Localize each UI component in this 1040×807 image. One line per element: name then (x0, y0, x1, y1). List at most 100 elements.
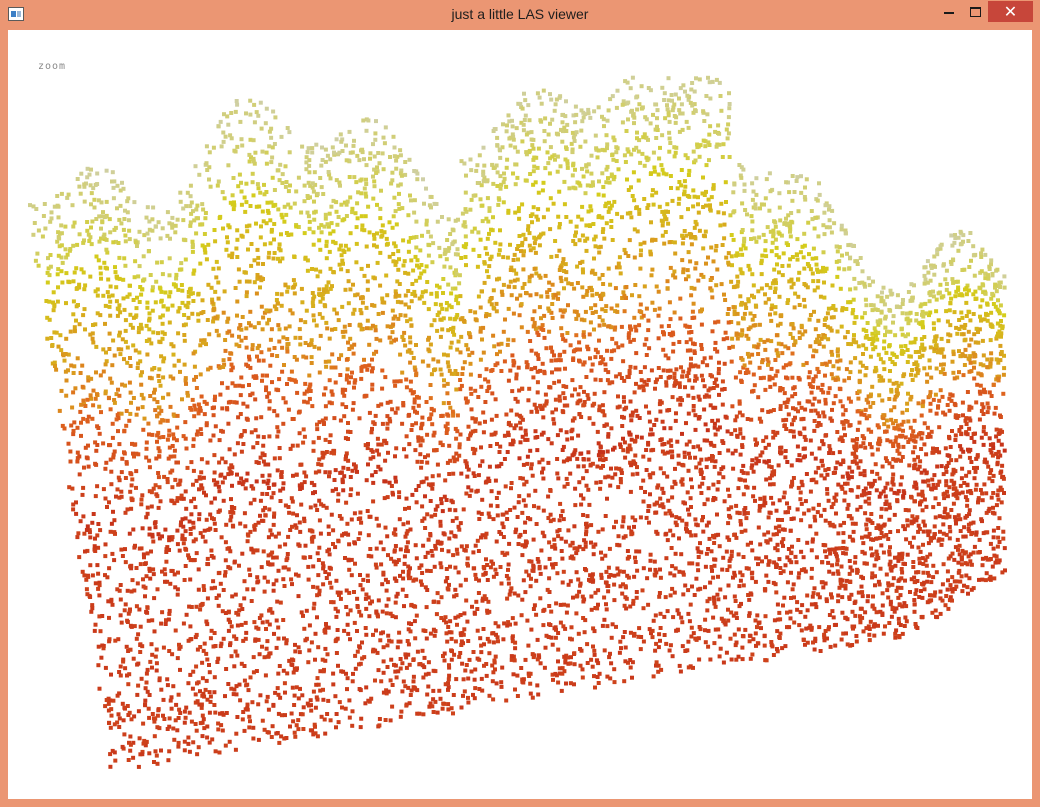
lidar-point (764, 177, 769, 182)
lidar-point (505, 450, 510, 454)
lidar-point (179, 283, 184, 287)
lidar-point (156, 373, 161, 378)
lidar-point (174, 272, 179, 277)
lidar-point (965, 562, 970, 567)
lidar-point (769, 318, 774, 323)
lidar-point (634, 590, 639, 594)
lidar-point (326, 170, 331, 174)
lidar-point (773, 582, 778, 587)
lidar-point (79, 433, 83, 438)
title-bar[interactable]: just a little LAS viewer ✕ (0, 0, 1040, 30)
lidar-point (305, 210, 310, 215)
lidar-point (764, 435, 769, 440)
lidar-point (762, 643, 767, 648)
lidar-point (650, 635, 655, 640)
lidar-point (961, 373, 966, 378)
point-cloud-render[interactable] (8, 30, 1032, 799)
lidar-point (315, 676, 320, 681)
lidar-point (71, 371, 76, 375)
lidar-point (200, 734, 205, 739)
lidar-point (1002, 366, 1007, 371)
lidar-point (420, 518, 425, 523)
lidar-point (155, 761, 160, 766)
lidar-point (202, 412, 207, 417)
lidar-point (763, 196, 768, 201)
lidar-point (750, 197, 755, 202)
lidar-point (1001, 529, 1006, 534)
lidar-point (592, 674, 596, 679)
lidar-point (620, 524, 625, 529)
lidar-point (301, 705, 306, 710)
lidar-point (294, 224, 299, 229)
minimize-button[interactable] (936, 1, 962, 22)
lidar-point (784, 404, 789, 409)
lidar-point (304, 608, 309, 613)
lidar-point (681, 463, 686, 468)
lidar-point (395, 299, 400, 304)
lidar-point (488, 565, 493, 570)
lidar-point (192, 496, 196, 501)
lidar-point (588, 356, 592, 361)
lidar-point (71, 390, 76, 395)
lidar-point (528, 293, 533, 298)
lidar-point (315, 585, 320, 590)
lidar-point (648, 558, 653, 563)
lidar-point (456, 339, 461, 344)
lidar-point (485, 196, 490, 201)
lidar-point (104, 247, 109, 252)
lidar-point (562, 396, 567, 401)
lidar-point (402, 259, 407, 264)
lidar-point (423, 555, 428, 559)
lidar-point (198, 476, 203, 481)
lidar-point (338, 418, 343, 423)
lidar-point (998, 453, 1003, 458)
lidar-point (809, 478, 814, 483)
lidar-point (572, 662, 577, 667)
lidar-point (757, 365, 762, 370)
lidar-point (646, 442, 651, 447)
lidar-point (944, 287, 949, 292)
lidar-point (370, 426, 374, 431)
lidar-point (968, 418, 973, 423)
lidar-point (133, 543, 137, 548)
lidar-point (597, 315, 602, 319)
lidar-point (254, 110, 259, 115)
lidar-point (408, 335, 413, 340)
lidar-point (623, 645, 628, 650)
lidar-point (122, 307, 127, 312)
lidar-point (265, 200, 270, 205)
lidar-point (488, 444, 493, 448)
lidar-point (888, 369, 892, 373)
lidar-point (216, 124, 221, 129)
lidar-point (792, 385, 797, 390)
lidar-point (194, 728, 199, 733)
lidar-point (514, 126, 519, 131)
lidar-point (260, 620, 265, 625)
lidar-point (884, 572, 889, 577)
lidar-point (615, 211, 620, 216)
lidar-point (173, 585, 178, 590)
lidar-point (116, 241, 121, 245)
lidar-point (630, 75, 635, 80)
lidar-point (769, 339, 774, 344)
lidar-point (245, 587, 250, 592)
lidar-point (444, 307, 449, 312)
lidar-point (539, 101, 544, 106)
lidar-point (76, 303, 80, 307)
lidar-point (299, 610, 304, 615)
lidar-point (663, 595, 668, 600)
close-button[interactable]: ✕ (988, 1, 1033, 22)
lidar-point (686, 393, 691, 398)
lidar-point (653, 102, 658, 107)
lidar-point (446, 282, 451, 287)
lidar-point (429, 412, 434, 417)
lidar-point (324, 450, 329, 454)
lidar-point (310, 267, 314, 271)
lidar-point (839, 324, 844, 329)
lidar-point (924, 504, 929, 509)
lidar-point (827, 218, 832, 223)
maximize-button[interactable] (962, 1, 988, 22)
point-cloud-viewport[interactable]: zoom (8, 30, 1032, 799)
lidar-point (667, 130, 672, 135)
lidar-point (176, 331, 181, 336)
